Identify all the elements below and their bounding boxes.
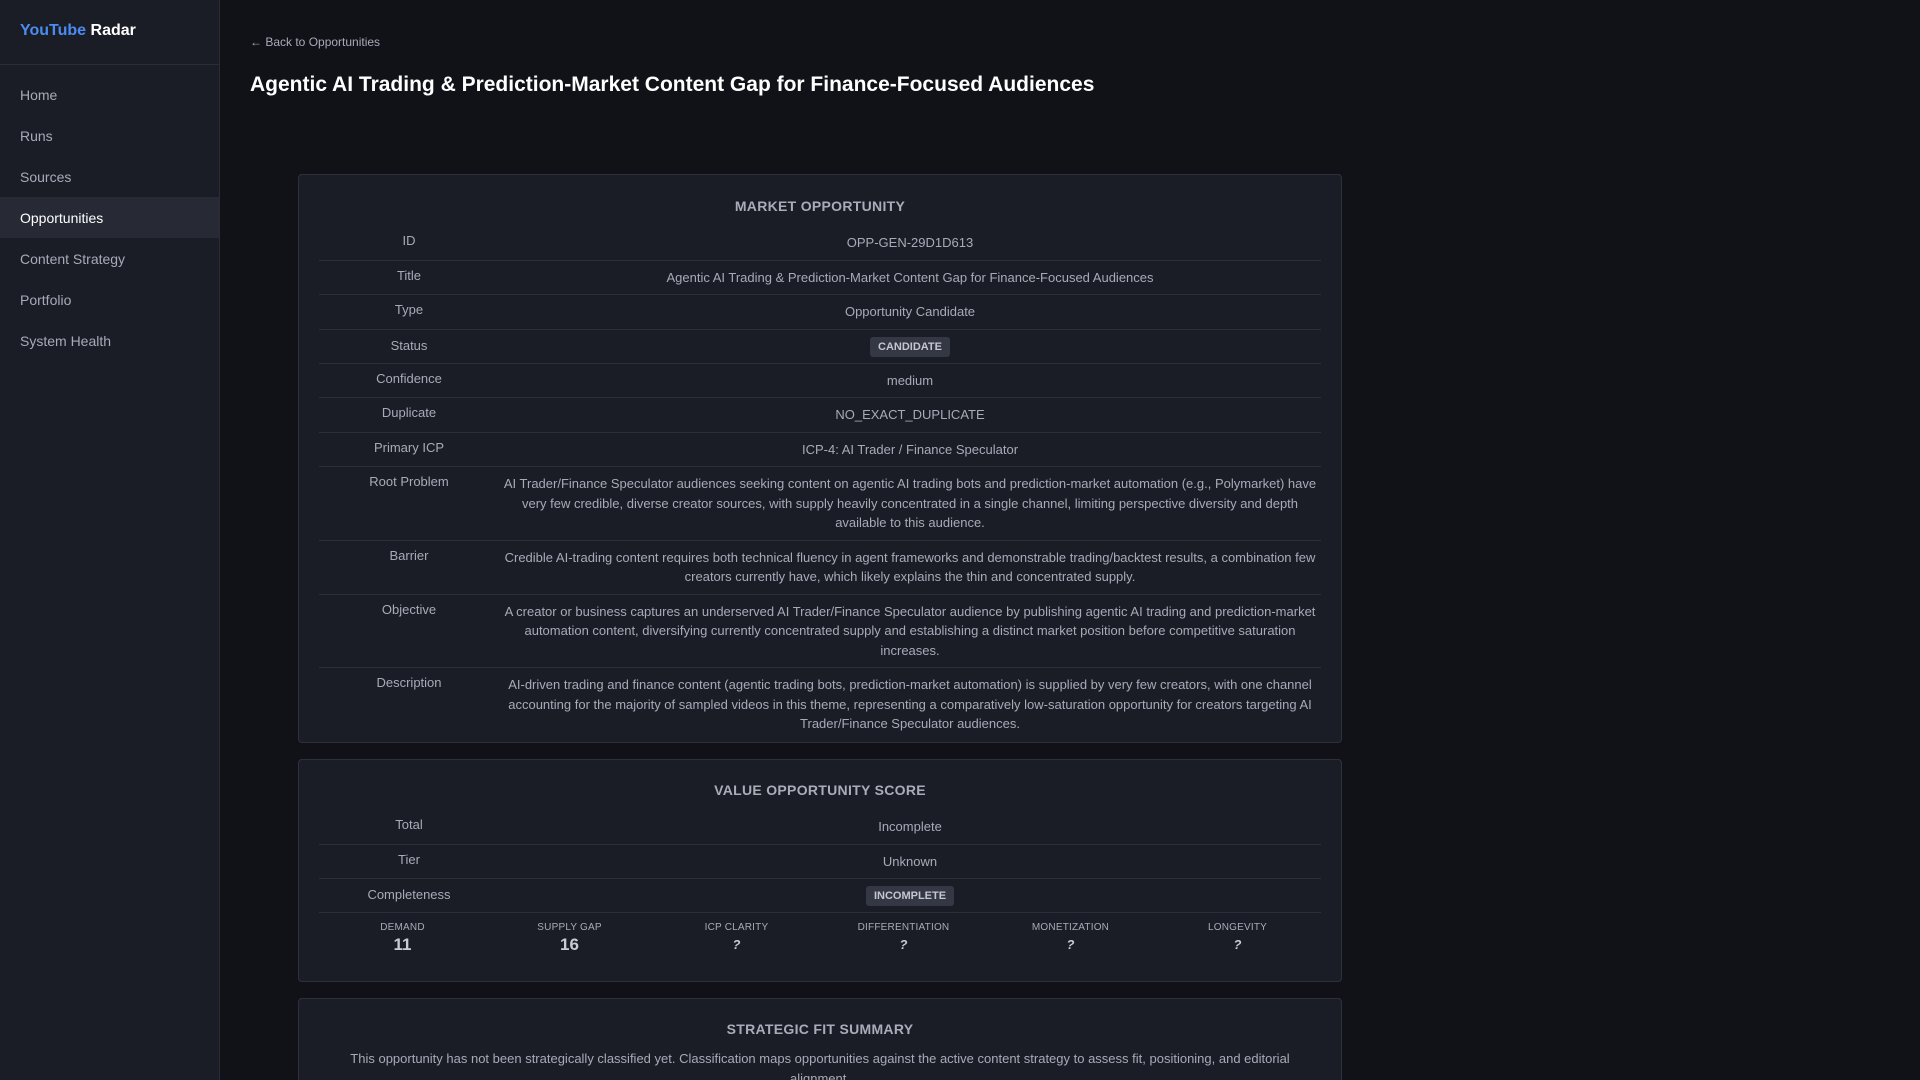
completeness-badge: INCOMPLETE <box>865 886 955 906</box>
score-longevity: LONGEVITY ? <box>1154 922 1321 955</box>
value-opportunity-score-card: VALUE OPPORTUNITY SCORE Total Incomplete… <box>298 759 1342 982</box>
score-label: DIFFERENTIATION <box>857 922 950 933</box>
table-row: Type Opportunity Candidate <box>319 295 1321 330</box>
sidebar-item-home[interactable]: Home <box>0 74 219 115</box>
primary-icp-value: ICP-4: AI Trader / Finance Speculator <box>801 441 1019 457</box>
market-opportunity-card: MARKET OPPORTUNITY ID OPP-GEN-29D1D613 T… <box>298 174 1342 743</box>
sidebar-item-opportunities[interactable]: Opportunities <box>0 197 219 238</box>
barrier-value: Credible AI-trading content requires bot… <box>504 549 1316 585</box>
tier-value: Unknown <box>882 853 938 869</box>
table-row: Confidence medium <box>319 364 1321 398</box>
table-row: Objective A creator or business captures… <box>319 595 1321 668</box>
description-value: AI-driven trading and finance content (a… <box>508 677 1312 731</box>
score-value: ? <box>1066 937 1075 952</box>
table-row: Description AI-driven trading and financ… <box>319 668 1321 741</box>
row-label: Duplicate <box>381 405 437 420</box>
table-row: Total Incomplete <box>319 810 1321 845</box>
back-to-opportunities-link[interactable]: ← Back to Opportunities <box>250 35 380 49</box>
brand-radar: Radar <box>90 22 136 39</box>
page-title: Agentic AI Trading & Prediction-Market C… <box>250 73 1095 96</box>
confidence-value: medium <box>886 372 934 388</box>
sidebar-item-runs[interactable]: Runs <box>0 115 219 156</box>
table-row: Tier Unknown <box>319 845 1321 879</box>
row-label: Primary ICP <box>373 439 445 455</box>
sidebar-item-system-health[interactable]: System Health <box>0 320 219 361</box>
score-breakdown: DEMAND 11 SUPPLY GAP 16 ICP CLARITY ? DI… <box>319 913 1321 955</box>
value-score-table: Total Incomplete Tier Unknown Completene… <box>319 810 1321 913</box>
row-label: Barrier <box>389 547 429 563</box>
sidebar-nav: Home Runs Sources Opportunities Content … <box>0 65 219 361</box>
main-content: ← Back to Opportunities Agentic AI Tradi… <box>220 0 1920 1080</box>
score-label: LONGEVITY <box>1207 922 1268 933</box>
score-demand: DEMAND 11 <box>319 922 486 955</box>
row-label: Total <box>395 817 423 832</box>
brand-youtube: YouTube <box>20 22 87 39</box>
opportunity-type: Opportunity Candidate <box>844 304 976 319</box>
opportunity-id: OPP-GEN-29D1D613 <box>846 235 974 250</box>
app-logo[interactable]: YouTube Radar <box>0 0 219 65</box>
score-supply-gap: SUPPLY GAP 16 <box>486 922 653 955</box>
sidebar-item-portfolio[interactable]: Portfolio <box>0 279 219 320</box>
table-row: Barrier Credible AI-trading content requ… <box>319 541 1321 595</box>
table-row: Status CANDIDATE <box>319 330 1321 364</box>
root-problem-value: AI Trader/Finance Speculator audiences s… <box>503 476 1317 530</box>
row-label: Root Problem <box>369 474 449 489</box>
score-label: ICP CLARITY <box>704 922 769 933</box>
opportunity-title: Agentic AI Trading & Prediction-Market C… <box>666 269 1154 285</box>
sidebar-item-sources[interactable]: Sources <box>0 156 219 197</box>
score-label: SUPPLY GAP <box>537 922 602 933</box>
row-label: ID <box>402 233 416 248</box>
table-row: Root Problem AI Trader/Finance Speculato… <box>319 467 1321 541</box>
row-label: Type <box>394 302 424 317</box>
row-label: Objective <box>381 601 437 617</box>
row-label: Tier <box>398 851 420 867</box>
objective-value: A creator or business captures an unders… <box>504 603 1316 658</box>
status-badge: CANDIDATE <box>870 336 950 357</box>
strategic-fit-summary-card: STRATEGIC FIT SUMMARY This opportunity h… <box>298 998 1342 1080</box>
value-opportunity-score-heading: VALUE OPPORTUNITY SCORE <box>714 782 926 798</box>
row-label: Description <box>376 675 442 690</box>
score-icp-clarity: ICP CLARITY ? <box>653 922 820 955</box>
score-value: 11 <box>393 935 412 954</box>
sidebar: YouTube Radar Home Runs Sources Opportun… <box>0 0 220 1080</box>
strategic-fit-summary-text: This opportunity has not been strategica… <box>350 1051 1290 1080</box>
table-row: ID OPP-GEN-29D1D613 <box>319 226 1321 261</box>
completeness-cell: INCOMPLETE <box>499 879 1321 912</box>
score-differentiation: DIFFERENTIATION ? <box>820 922 987 955</box>
sidebar-item-content-strategy[interactable]: Content Strategy <box>0 238 219 279</box>
score-value: ? <box>899 937 908 952</box>
score-value: ? <box>732 937 741 952</box>
score-monetization: MONETIZATION ? <box>987 922 1154 955</box>
row-label: Status <box>390 337 428 353</box>
duplicate-value: NO_EXACT_DUPLICATE <box>835 407 985 422</box>
market-opportunity-table: ID OPP-GEN-29D1D613 Title Agentic AI Tra… <box>319 226 1321 741</box>
table-row: Title Agentic AI Trading & Prediction-Ma… <box>319 261 1321 295</box>
table-row: Duplicate NO_EXACT_DUPLICATE <box>319 398 1321 433</box>
market-opportunity-heading: MARKET OPPORTUNITY <box>734 198 906 214</box>
total-value: Incomplete <box>878 819 942 834</box>
table-row: Completeness INCOMPLETE <box>319 879 1321 913</box>
strategic-fit-summary-heading: STRATEGIC FIT SUMMARY <box>726 1021 914 1037</box>
score-value: ? <box>1233 937 1242 952</box>
table-row: Primary ICP ICP-4: AI Trader / Finance S… <box>319 433 1321 467</box>
row-label: Completeness <box>367 887 451 902</box>
status-cell: CANDIDATE <box>499 330 1321 363</box>
score-label: MONETIZATION <box>1031 922 1110 933</box>
score-label: DEMAND <box>380 922 425 933</box>
row-label: Title <box>396 267 422 283</box>
score-value: 16 <box>560 935 579 954</box>
row-label: Confidence <box>376 370 442 386</box>
